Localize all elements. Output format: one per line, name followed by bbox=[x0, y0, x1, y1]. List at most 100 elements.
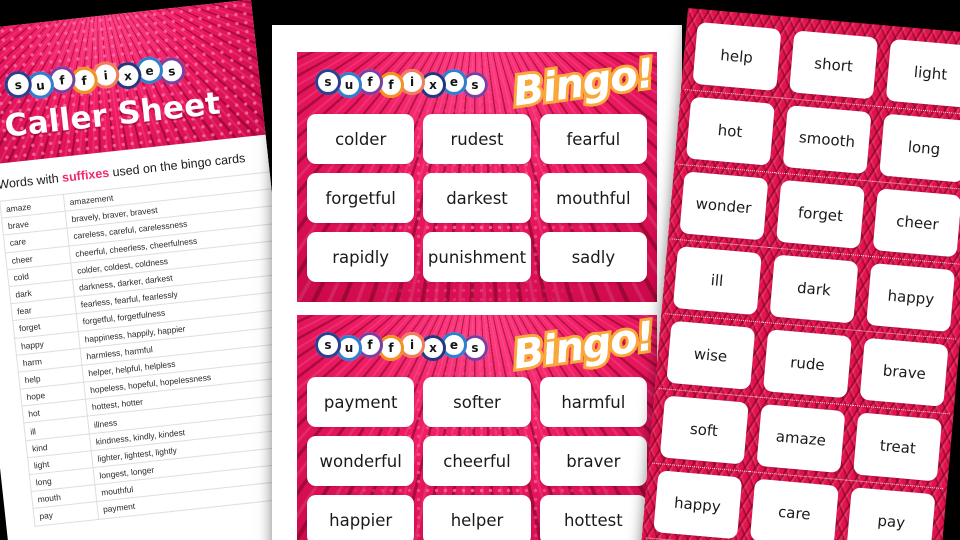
word-card-slot: help bbox=[685, 14, 788, 97]
screenshot-canvas: suffixes Caller Sheet Words with suffixe… bbox=[0, 0, 960, 540]
bingo-ball-s-0: s bbox=[3, 69, 34, 100]
suffixes-ball-logo: suffixes bbox=[315, 69, 488, 98]
ball-letter: f bbox=[80, 73, 88, 88]
ball-letter: u bbox=[344, 341, 354, 355]
ball-letter: f bbox=[388, 341, 394, 355]
bingo-grid: colder rudest fearful forgetful darkest mouth… bbox=[297, 114, 657, 292]
bingo-cell[interactable]: colder bbox=[307, 114, 415, 164]
bingo-cell[interactable]: softer bbox=[423, 377, 531, 427]
ball-letter: i bbox=[409, 75, 415, 89]
word-card-slot: cheer bbox=[866, 181, 960, 264]
bingo-cell[interactable]: hottest bbox=[539, 495, 647, 540]
word-card[interactable]: ill bbox=[672, 245, 762, 315]
ball-letter: u bbox=[35, 77, 46, 93]
caller-sheet-body: Words with suffixes used on the bingo ca… bbox=[0, 130, 312, 540]
bingo-card-1: s u f f i x e s Bingo! Bingo! colder rudest fearful f… bbox=[297, 52, 657, 302]
bingo-ball-s-0: s bbox=[315, 332, 341, 358]
ball-letter: f bbox=[367, 75, 373, 89]
bingo-cell[interactable]: braver bbox=[539, 436, 647, 486]
bingo-cell[interactable]: fearful bbox=[539, 114, 647, 164]
bingo-cell[interactable]: rapidly bbox=[307, 232, 415, 282]
word-card[interactable]: dark bbox=[769, 254, 859, 324]
bingo-cell[interactable]: rudest bbox=[423, 114, 531, 164]
bingo-cell[interactable]: wonderful bbox=[307, 436, 415, 486]
word-card-slot: soft bbox=[652, 388, 755, 471]
word-card-slot: wonder bbox=[672, 164, 775, 247]
bingo-grid: payment softer harmful wonderful cheerful bra… bbox=[297, 377, 657, 540]
bingo-cell[interactable]: sadly bbox=[539, 232, 647, 282]
ball-letter: s bbox=[324, 75, 332, 89]
word-card[interactable]: happy bbox=[866, 262, 956, 332]
ball-letter: s bbox=[13, 77, 23, 92]
ball-letter: f bbox=[367, 338, 373, 352]
bingo-cell[interactable]: mouthful bbox=[539, 173, 647, 223]
word-card-slot: wise bbox=[659, 313, 762, 396]
caller-sheet-page: suffixes Caller Sheet Words with suffixe… bbox=[0, 0, 312, 540]
bingo-cell[interactable]: happier bbox=[307, 495, 415, 540]
ball-letter: i bbox=[102, 67, 109, 83]
word-card[interactable]: short bbox=[789, 29, 879, 99]
word-card[interactable]: treat bbox=[853, 411, 943, 482]
word-card-slot: hot bbox=[678, 89, 781, 172]
word-card[interactable]: forget bbox=[776, 179, 866, 249]
bingo-cards-page: s u f f i x e s Bingo! Bingo! colder rudest fearful f… bbox=[272, 25, 682, 540]
bingo-cell[interactable]: helper bbox=[423, 495, 531, 540]
word-card-slot: happy bbox=[859, 255, 960, 338]
bingo-ball-s-0: s bbox=[315, 69, 341, 95]
bingo-cell[interactable]: harmful bbox=[539, 377, 647, 427]
word-card[interactable]: amaze bbox=[756, 403, 846, 473]
word-card-slot: forget bbox=[769, 172, 872, 255]
bingo-wordmark: Bingo! bbox=[510, 315, 657, 379]
word-card-slot: light bbox=[879, 31, 960, 114]
word-card[interactable]: long bbox=[879, 113, 960, 183]
ball-letter: x bbox=[123, 68, 133, 84]
bingo-wordmark: Bingo! bbox=[510, 52, 657, 116]
ball-letter: f bbox=[58, 72, 66, 88]
word-card-slot: short bbox=[782, 23, 885, 106]
ball-letter: i bbox=[409, 338, 415, 352]
word-card-slot: amaze bbox=[749, 396, 852, 479]
bingo-card-2: s u f f i x e s Bingo! Bingo! payment softer harmful… bbox=[297, 315, 657, 540]
word-card[interactable]: brave bbox=[859, 337, 949, 407]
word-card-slot: brave bbox=[853, 330, 957, 413]
ball-letter: s bbox=[324, 338, 332, 352]
bingo-card-header: s u f f i x e s Bingo! Bingo! bbox=[297, 315, 657, 382]
bingo-cell[interactable]: forgetful bbox=[307, 173, 415, 223]
lead-before: Words with bbox=[0, 170, 63, 192]
ball-letter: e bbox=[449, 75, 459, 89]
word-card[interactable]: soft bbox=[659, 394, 749, 465]
ball-letter: s bbox=[471, 78, 479, 92]
word-card-slot: smooth bbox=[775, 98, 878, 181]
suffixes-ball-logo: suffixes bbox=[315, 332, 488, 361]
bingo-cell[interactable]: punishment bbox=[423, 232, 531, 282]
bingo-cell[interactable]: payment bbox=[307, 377, 415, 427]
word-cards-grid: help short light hot smooth long wonder forget c… bbox=[639, 8, 960, 540]
word-card[interactable]: light bbox=[886, 38, 960, 108]
word-card[interactable]: smooth bbox=[782, 104, 872, 174]
ball-letter: f bbox=[388, 78, 394, 92]
lead-highlight: suffixes bbox=[61, 165, 110, 185]
word-card-slot: dark bbox=[762, 247, 865, 330]
word-card[interactable]: rude bbox=[762, 328, 853, 398]
word-card[interactable]: hot bbox=[685, 96, 775, 166]
word-card[interactable]: care bbox=[749, 478, 839, 540]
word-card[interactable]: wise bbox=[665, 320, 756, 390]
ball-letter: u bbox=[344, 78, 354, 92]
suffix-word-table: amaze amazement brave bravely, braver, brav… bbox=[0, 168, 312, 526]
bingo-cell[interactable]: darkest bbox=[423, 173, 531, 223]
word-card[interactable]: pay bbox=[846, 486, 936, 540]
word-card-slot: ill bbox=[665, 238, 768, 321]
word-card[interactable]: happy bbox=[652, 469, 742, 539]
ball-letter: x bbox=[429, 78, 437, 92]
word-card[interactable]: cheer bbox=[872, 187, 960, 257]
ball-letter: s bbox=[471, 341, 479, 355]
word-card-slot: rude bbox=[756, 322, 859, 405]
ball-letter: e bbox=[144, 62, 155, 78]
bingo-cell[interactable]: cheerful bbox=[423, 436, 531, 486]
word-card[interactable]: help bbox=[692, 21, 782, 91]
ball-letter: e bbox=[449, 338, 459, 352]
word-cards-page: help short light hot smooth long wonder forget c… bbox=[639, 8, 960, 540]
word-card-slot: long bbox=[872, 106, 960, 189]
word-card-slot: happy bbox=[646, 463, 749, 540]
word-card[interactable]: wonder bbox=[679, 170, 769, 240]
